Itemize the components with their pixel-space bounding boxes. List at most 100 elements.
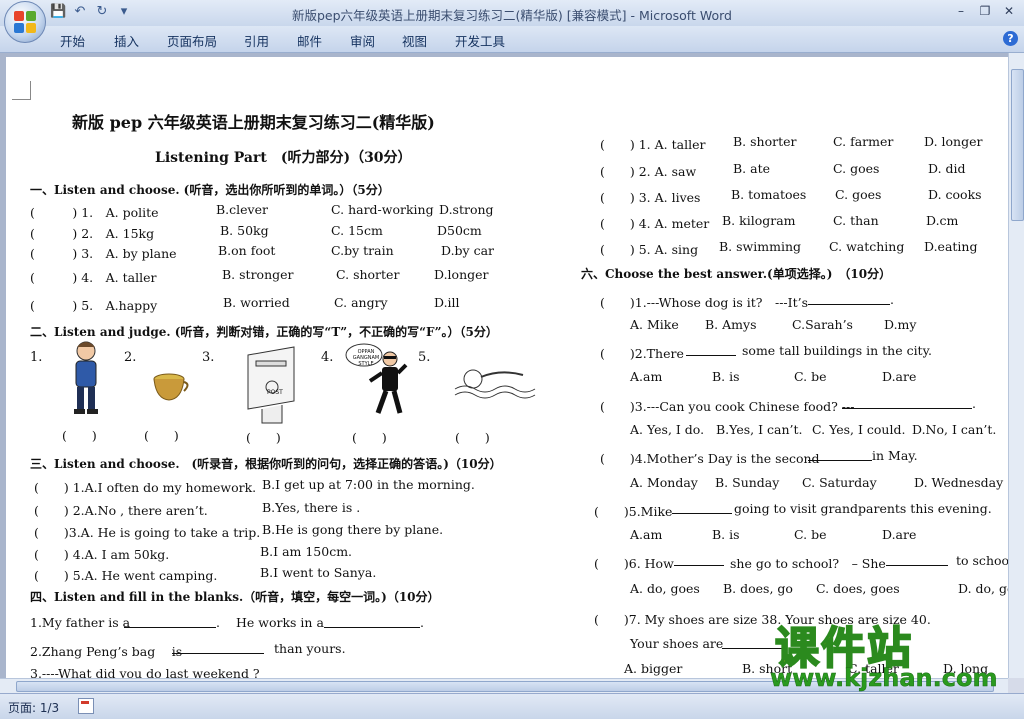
post-box-picture (247, 346, 295, 424)
option-text: D.cm (926, 213, 959, 228)
tab-developer[interactable]: 开发工具 (455, 31, 505, 50)
post-box-label: POST (267, 389, 283, 396)
answer-bracket: ( ) (246, 430, 281, 445)
option-text: D. do, go (958, 581, 1008, 596)
tab-mailings[interactable]: 邮件 (297, 31, 322, 50)
answer-blank[interactable] (842, 396, 972, 409)
section-1-heading: 一、Listen and choose. (听音，选出你所听到的单词。）（5分） (30, 183, 390, 197)
option-text: C. Saturday (802, 475, 877, 490)
tab-view[interactable]: 视图 (402, 31, 427, 50)
option-text: B. Sunday (715, 475, 780, 490)
question-text: she go to school? – She (730, 556, 886, 571)
option-text: B. stronger (222, 267, 294, 282)
option-text: C. watching (829, 239, 905, 254)
option-text: B.Yes, there is . (262, 500, 361, 515)
option-text: B.clever (216, 202, 268, 217)
option-text: D50cm (437, 223, 482, 238)
question-text: ( )3.A. He is going to take a trip. (34, 525, 261, 540)
section-4-heading: 四、Listen and fill in the blanks.（听音，填空，每… (30, 590, 440, 604)
window-controls: – ❐ ✕ (950, 2, 1020, 20)
option-text: C. than (833, 213, 879, 228)
option-text: D. did (928, 161, 966, 176)
close-button[interactable]: ✕ (998, 2, 1020, 20)
option-text: B.I get up at 7:00 in the morning. (262, 477, 475, 492)
option-text: D.No, I can’t. (912, 422, 997, 437)
option-text: B.on foot (218, 243, 276, 258)
option-text: B. 50kg (220, 223, 269, 238)
answer-blank[interactable] (722, 636, 782, 649)
fill-blank-text: 3.----What did you do last weekend ? (30, 666, 260, 678)
answer-blank[interactable] (808, 292, 890, 305)
section-2-heading: 二、Listen and judge. (听音，判断对错，正确的写“T”，不正确… (30, 325, 498, 339)
fill-blank-text: 2.Zhang Peng’s bag is (30, 644, 183, 659)
question-text: in May. (872, 448, 918, 463)
option-text: C. be (794, 369, 827, 384)
answer-blank[interactable] (808, 448, 872, 461)
answer-blank[interactable] (686, 343, 736, 356)
option-text: B.He is gong there by plane. (262, 522, 444, 537)
restore-button[interactable]: ❐ (974, 2, 996, 20)
help-icon[interactable]: ? (1003, 31, 1018, 46)
tab-page-layout[interactable]: 页面布局 (167, 31, 217, 50)
option-text: D.by car (441, 243, 495, 258)
question-text: ( )6. How (594, 556, 674, 571)
option-text: B.I am 150cm. (260, 544, 353, 559)
option-text: D.are (882, 369, 917, 384)
option-text: A.am (630, 527, 663, 542)
option-text: B. shorter (733, 134, 797, 149)
option-text: B. is (712, 527, 740, 542)
option-text: C. farmer (833, 134, 894, 149)
answer-bracket: ( ) (455, 430, 490, 445)
option-text: D.ill (434, 295, 460, 310)
answer-blank[interactable] (324, 615, 420, 628)
document-area: 新版 pep 六年级英语上册期末复习练习二(精华版) Listening Par… (0, 53, 1008, 678)
picture-number: 1. (30, 350, 43, 365)
tea-cup-picture (153, 373, 189, 401)
document-title: 新版 pep 六年级英语上册期末复习练习二(精华版) (72, 113, 435, 132)
option-text: B.Yes, I can’t. (716, 422, 803, 437)
section-6-heading: 六、Choose the best answer.(单项选择。) （10分） (581, 267, 892, 281)
question-text: ( ) 5. A.happy (30, 298, 158, 313)
office-button[interactable] (4, 1, 46, 43)
option-text: A.am (630, 369, 663, 384)
vertical-scroll-thumb[interactable] (1011, 69, 1024, 221)
option-text: B.I went to Sanya. (260, 565, 377, 580)
option-text: A. do, goes (630, 581, 700, 596)
margin-corner-mark (12, 81, 31, 100)
answer-blank[interactable] (674, 553, 724, 566)
page-count[interactable]: 页面: 1/3 (8, 699, 59, 716)
answer-blank[interactable] (886, 553, 948, 566)
option-text: C. be (794, 527, 827, 542)
answer-bracket: ( ) (62, 428, 97, 443)
office-logo-icon (14, 11, 36, 33)
option-text: A. Mike (630, 317, 679, 332)
answer-blank[interactable] (672, 501, 732, 514)
option-text: D.are (882, 527, 917, 542)
minimize-button[interactable]: – (950, 2, 972, 20)
tab-insert[interactable]: 插入 (114, 31, 139, 50)
document-subtitle: Listening Part (听力部分)（30分） (155, 150, 412, 166)
document-page[interactable]: 新版 pep 六年级英语上册期末复习练习二(精华版) Listening Par… (6, 57, 1008, 678)
tab-references[interactable]: 引用 (244, 31, 269, 50)
option-text: A. bigger (624, 661, 683, 676)
tab-home[interactable]: 开始 (60, 31, 85, 50)
option-text: B. is (712, 369, 740, 384)
option-text: D.eating (924, 239, 978, 254)
tab-review[interactable]: 审阅 (350, 31, 375, 50)
ribbon-tabs: 开始 插入 页面布局 引用 邮件 审阅 视图 开发工具 ? (0, 26, 1024, 53)
question-text: ( )4.Mother’s Day is the second (600, 451, 820, 466)
answer-blank[interactable] (172, 641, 264, 654)
proofing-icon[interactable] (78, 698, 94, 714)
answer-blank[interactable] (124, 615, 216, 628)
vertical-scrollbar[interactable] (1008, 53, 1024, 678)
option-text: D. Wednesday (914, 475, 1004, 490)
fill-blank-text: He works in a (236, 615, 324, 630)
question-text: ( ) 5. A. sing (600, 242, 699, 257)
option-text: C. shorter (336, 267, 400, 282)
question-text: ( ) 4. A. meter (600, 216, 710, 231)
picture-number: 2. (124, 350, 137, 365)
option-text: B. does, go (723, 581, 793, 596)
picture-number: 4. (321, 350, 334, 365)
option-text: C.by train (331, 243, 394, 258)
option-text: D. cooks (928, 187, 982, 202)
